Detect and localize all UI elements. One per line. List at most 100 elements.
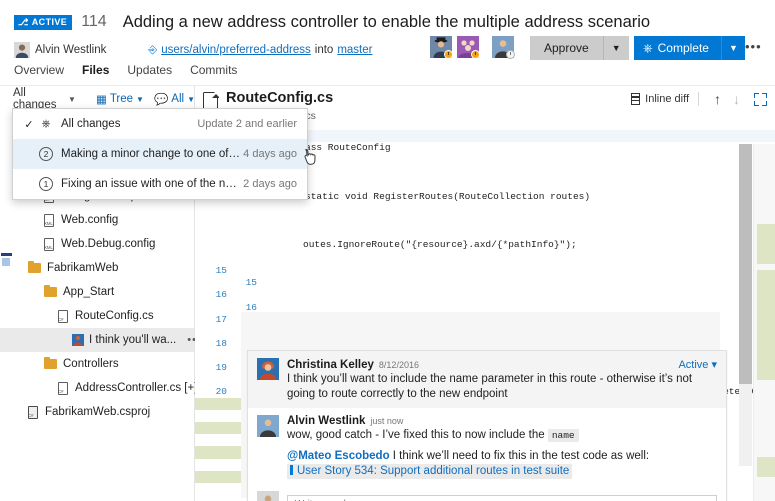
- comment-text: I think you’ll want to include the name …: [287, 373, 693, 400]
- source-branch-link[interactable]: users/alvin/preferred-address: [161, 44, 311, 56]
- approve-button-group: Approve ▼: [530, 36, 629, 60]
- dropdown-item-meta: 2 days ago: [243, 178, 297, 190]
- approve-dropdown-caret[interactable]: ▼: [602, 36, 629, 60]
- tab-overview[interactable]: Overview: [14, 63, 64, 79]
- complete-button[interactable]: ⎈ Complete: [634, 36, 721, 60]
- file-tree-item-addresscontroller-cs[interactable]: C# AddressController.cs [+]: [0, 376, 198, 400]
- reviewer-avatar-1[interactable]: [430, 36, 453, 59]
- vertical-scrollbar[interactable]: [739, 144, 752, 466]
- file-tree-item-web-config[interactable]: XML Web.config: [0, 208, 194, 232]
- approve-button[interactable]: Approve: [530, 36, 603, 60]
- comments-filter-label: All: [171, 93, 185, 105]
- xml-file-icon: XML: [44, 213, 55, 227]
- toolbar-divider: [698, 92, 699, 106]
- line-number-old: 19: [215, 361, 227, 373]
- file-tree-item-fabrikamweb[interactable]: FabrikamWeb: [0, 256, 194, 280]
- mention-link[interactable]: @Mateo Escobedo: [287, 450, 390, 462]
- file-tree-item-label: AddressController.cs [+]: [75, 382, 198, 394]
- pending-clock-icon: [506, 50, 515, 59]
- reviewer-avatar-2[interactable]: [457, 36, 480, 59]
- branch-icon: ⎆: [148, 43, 158, 56]
- pr-number: 114: [81, 13, 107, 30]
- avatar-image: [257, 358, 279, 380]
- file-tree-item-label: FabrikamWeb.csproj: [45, 406, 151, 418]
- avatar-image: [257, 415, 279, 437]
- minimap-added-block: [757, 457, 775, 477]
- dropdown-item-update-2[interactable]: 2 Making a minor change to one of t... 4…: [13, 139, 307, 169]
- diff-minimap[interactable]: [753, 144, 775, 501]
- complete-button-label: Complete: [657, 41, 709, 55]
- update-count-label: 2: [39, 147, 53, 161]
- comment-text-before: wow, good catch - I’ve fixed this to now…: [287, 429, 548, 441]
- comment-status-label: Active: [678, 359, 709, 371]
- file-tree-item-web-debug-config[interactable]: XML Web.Debug.config: [0, 232, 194, 256]
- cs-file-icon: C#: [58, 309, 69, 323]
- csproj-file-icon: C#: [28, 405, 39, 419]
- comment-status-dropdown[interactable]: Active ▾: [678, 358, 717, 371]
- comment-thread: Christina Kelley 8/12/2016 Active ▾ I th…: [247, 350, 727, 501]
- more-actions-button[interactable]: •••: [745, 40, 762, 53]
- reply-input[interactable]: [287, 495, 717, 501]
- update-count-badge: 2: [37, 147, 55, 161]
- code-line: outes.IgnoreRoute("{resource}.axd/{*path…: [195, 227, 775, 250]
- comment-timestamp: just now: [370, 416, 404, 426]
- tab-commits[interactable]: Commits: [190, 63, 237, 79]
- update-count-label: 1: [39, 177, 53, 191]
- pr-header: ⎇ ACTIVE 114 Adding a new address contro…: [0, 0, 775, 86]
- work-item-icon: [290, 465, 293, 475]
- work-item-label: User Story 534: Support additional route…: [297, 465, 570, 477]
- file-tree-item-comment[interactable]: I think you'll wa... •••: [0, 328, 201, 352]
- minimap-added-block: [757, 224, 775, 264]
- dropdown-item-update-1[interactable]: 1 Fixing an issue with one of the new ..…: [13, 169, 307, 199]
- complete-dropdown-caret[interactable]: ▼: [720, 36, 745, 60]
- file-tree-item-fabrikamweb-csproj[interactable]: C# FabrikamWeb.csproj: [0, 400, 194, 424]
- target-branch-link[interactable]: master: [337, 44, 372, 56]
- comments-filter-button[interactable]: 💬 All ▼: [154, 92, 195, 106]
- file-tree-item-routeconfig-cs[interactable]: C# RouteConfig.cs: [0, 304, 194, 328]
- comment-header: Christina Kelley 8/12/2016 Active ▾: [287, 358, 717, 371]
- comment-text-mention-line: @Mateo Escobedo I think we’ll need to fi…: [287, 449, 717, 479]
- avatar: [257, 415, 279, 479]
- work-item-link[interactable]: User Story 534: Support additional route…: [287, 464, 573, 479]
- previous-change-button[interactable]: ↑: [708, 92, 727, 106]
- inline-diff-toggle[interactable]: Inline diff: [631, 93, 689, 105]
- avatar-image: [257, 491, 279, 501]
- file-icon: [203, 91, 219, 109]
- changes-dropdown-menu: ✓ ⎈ All changes Update 2 and earlier 2 M…: [12, 108, 308, 200]
- pr-tabs: Overview Files Updates Commits: [14, 63, 237, 79]
- tab-files[interactable]: Files: [82, 63, 109, 79]
- file-name: RouteConfig.cs: [226, 90, 334, 106]
- chevron-down-icon: ▼: [68, 94, 76, 104]
- code-text: ass RouteConfig: [305, 142, 391, 154]
- avatar: [72, 334, 84, 346]
- comment-author: Alvin Westlink: [287, 415, 366, 427]
- comment-text-after: I think we’ll need to fix this in the te…: [389, 450, 650, 462]
- file-tree-comment-row: I think you'll wa... •••: [72, 334, 202, 346]
- scrollbar-thumb[interactable]: [739, 144, 752, 384]
- tab-updates[interactable]: Updates: [127, 63, 172, 79]
- next-change-button[interactable]: ↓: [727, 92, 746, 106]
- file-tree-item-controllers[interactable]: Controllers: [0, 352, 194, 376]
- scrollbar-comment-marker-secondary: [1, 258, 10, 266]
- complete-button-group: ⎈ Complete ▼: [634, 36, 745, 60]
- file-tree-item-app-start[interactable]: App_Start: [0, 280, 194, 304]
- file-tree-item-label: Web.config: [61, 214, 119, 226]
- tree-view-button[interactable]: ▦ Tree ▼: [96, 92, 144, 106]
- reviewer-avatar-3[interactable]: [492, 36, 515, 59]
- pr-meta-row: Alvin Westlink ⎆ users/alvin/preferred-a…: [14, 40, 372, 60]
- comment-author: Christina Kelley: [287, 359, 374, 371]
- comment-header: Alvin Westlink just now: [287, 415, 717, 427]
- line-number-old: 16: [215, 289, 227, 301]
- status-badge: ⎇ ACTIVE: [14, 14, 73, 30]
- line-number-old: 18: [215, 337, 227, 349]
- line-number-old: 17: [215, 313, 227, 325]
- file-fold-corner: [212, 91, 219, 98]
- comment-item: Christina Kelley 8/12/2016 Active ▾ I th…: [248, 351, 726, 408]
- comment-body: Alvin Westlink just now wow, good catch …: [287, 415, 717, 479]
- fullscreen-icon[interactable]: [754, 92, 767, 106]
- dropdown-item-meta: Update 2 and earlier: [197, 118, 297, 130]
- xml-file-icon: XML: [44, 237, 55, 251]
- dropdown-item-all-changes[interactable]: ✓ ⎈ All changes Update 2 and earlier: [13, 109, 307, 139]
- chevron-down-icon: ▼: [729, 43, 738, 53]
